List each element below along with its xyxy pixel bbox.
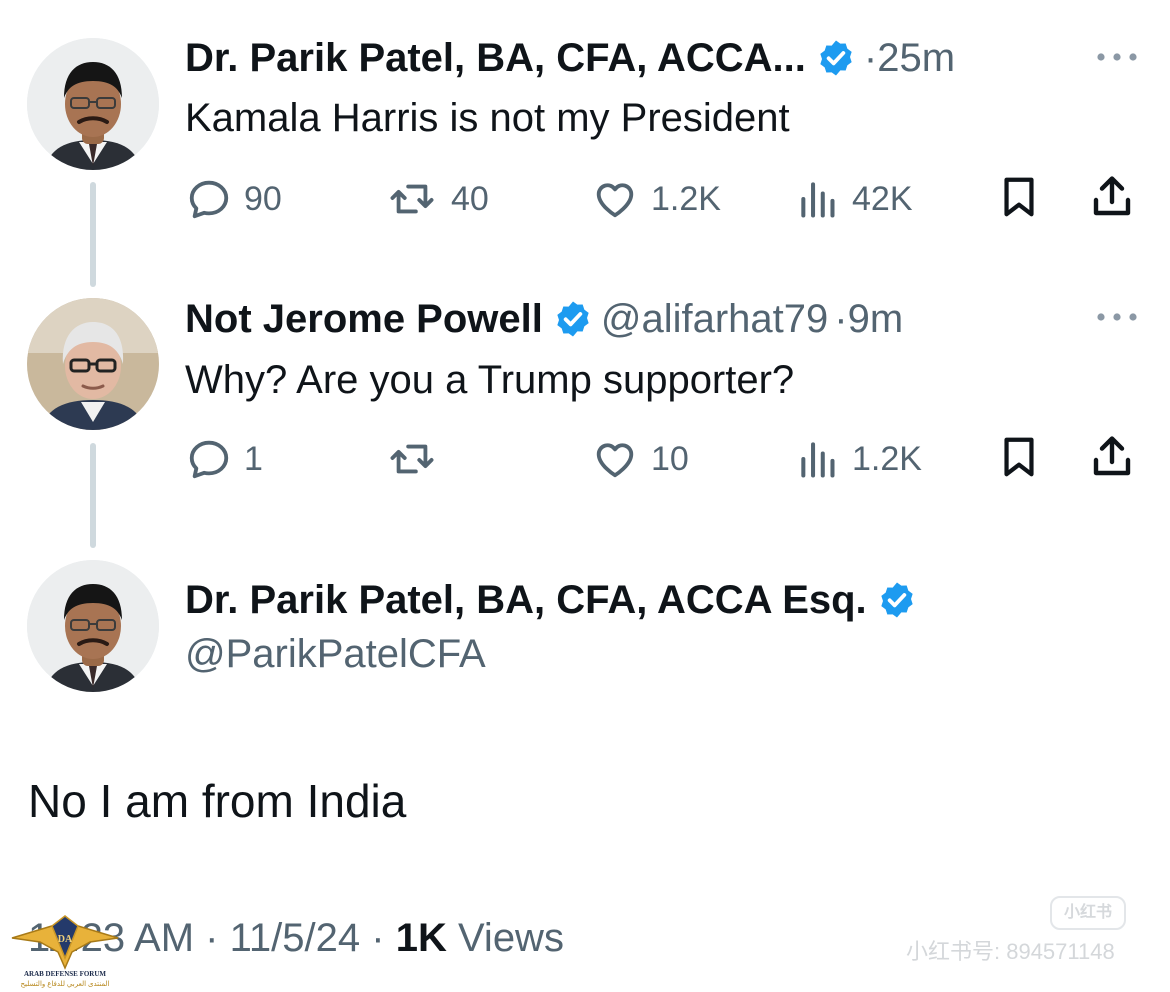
avatar-parik-patel-main[interactable] [27, 560, 159, 692]
main-tweet-header: Dr. Parik Patel, BA, CFA, ACCA Esq. [185, 580, 925, 620]
tweet-time[interactable]: ·25m [864, 38, 955, 78]
views-icon [796, 176, 840, 222]
tweet-header: Dr. Parik Patel, BA, CFA, ACCA... ·25m [185, 38, 955, 78]
share-icon[interactable] [1088, 172, 1136, 220]
like-button[interactable]: 10 [591, 436, 689, 482]
reply-button[interactable]: 1 [186, 436, 263, 482]
thread-line [90, 443, 96, 548]
tweet-header: Not Jerome Powell @alifarhat79 ·9m [185, 299, 903, 339]
forum-initials: DA [58, 934, 73, 945]
verified-badge-icon [553, 299, 593, 339]
xiaohongshu-id-watermark: 小红书号: 894571148 [906, 939, 1115, 964]
like-icon [591, 436, 639, 482]
views-count: 42K [852, 180, 913, 218]
more-icon[interactable] [1094, 47, 1140, 67]
xiaohongshu-logo-watermark: 小红书 [1050, 896, 1126, 930]
main-tweet-text: No I am from India [28, 775, 407, 827]
tweet-text: Why? Are you a Trump supporter? [185, 358, 795, 402]
retweet-button[interactable]: 40 [385, 176, 489, 222]
like-button[interactable]: 1.2K [591, 176, 721, 222]
retweet-icon [385, 176, 439, 222]
tweet-date[interactable]: 11/5/24 [230, 916, 361, 960]
reply-count: 1 [244, 440, 263, 478]
thread-line [90, 182, 96, 287]
author-handle[interactable]: @ParikPatelCFA [185, 634, 486, 674]
bookmark-icon[interactable] [996, 434, 1042, 480]
bookmark-icon[interactable] [996, 174, 1042, 220]
tweet-time[interactable]: ·9m [834, 299, 903, 339]
verified-badge-icon [877, 580, 917, 620]
views-button[interactable]: 1.2K [796, 436, 922, 482]
author-name[interactable]: Dr. Parik Patel, BA, CFA, ACCA Esq. [185, 580, 867, 620]
reply-icon [186, 176, 232, 222]
author-name[interactable]: Dr. Parik Patel, BA, CFA, ACCA... [185, 38, 806, 78]
arab-defense-forum-watermark: DA ARAB DEFENSE FORUM المنتدى العربي للد… [10, 908, 120, 992]
retweet-button[interactable] [385, 436, 451, 482]
separator: · [371, 916, 385, 960]
forum-name-en: ARAB DEFENSE FORUM [23, 970, 107, 978]
verified-badge-icon [816, 38, 856, 78]
tweet-text: Kamala Harris is not my President [185, 96, 790, 140]
like-icon [591, 176, 639, 222]
forum-eagle-logo-icon: DA [11, 915, 119, 970]
views-count: 1K [395, 916, 447, 960]
retweet-count: 40 [451, 180, 489, 218]
like-count: 1.2K [651, 180, 721, 218]
retweet-icon [385, 436, 439, 482]
avatar-parik-patel[interactable] [27, 38, 159, 170]
separator: · [205, 916, 219, 960]
reply-button[interactable]: 90 [186, 176, 282, 222]
forum-name-ar: المنتدى العربي للدفاع والتسليح [20, 981, 110, 988]
author-name[interactable]: Not Jerome Powell [185, 299, 543, 339]
share-icon[interactable] [1088, 432, 1136, 480]
reply-icon [186, 436, 232, 482]
views-count: 1.2K [852, 440, 922, 478]
avatar-not-jerome-powell[interactable] [27, 298, 159, 430]
reply-count: 90 [244, 180, 282, 218]
views-icon [796, 436, 840, 482]
more-icon[interactable] [1094, 307, 1140, 327]
like-count: 10 [651, 440, 689, 478]
views-label: Views [457, 916, 564, 960]
author-handle[interactable]: @alifarhat79 [601, 299, 828, 339]
views-button[interactable]: 42K [796, 176, 913, 222]
